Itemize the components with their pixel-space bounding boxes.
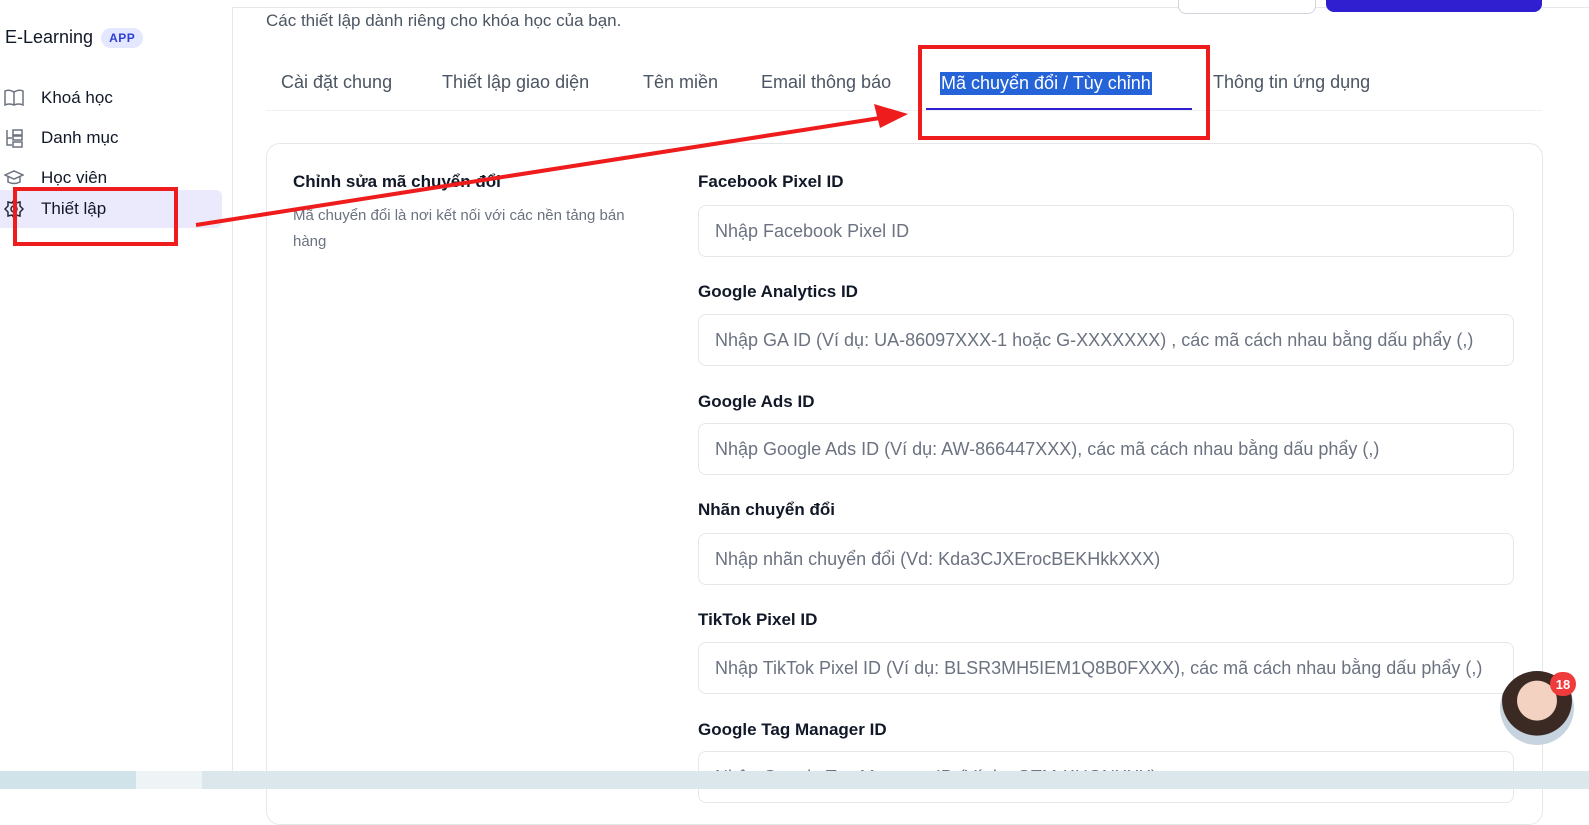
bottom-bar-segment [0, 771, 136, 789]
annotation-arrow [195, 104, 908, 227]
bottom-bar [0, 771, 1589, 789]
bottom-bar-segment [136, 771, 202, 789]
chat-unread-badge: 18 [1550, 672, 1576, 696]
